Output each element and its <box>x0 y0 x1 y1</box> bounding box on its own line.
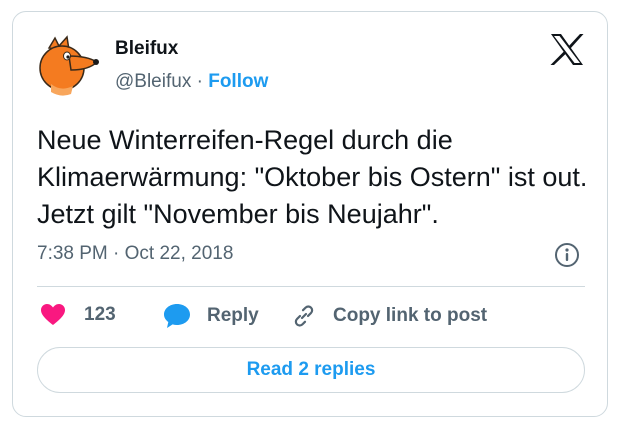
copy-link-label: Copy link to post <box>333 305 488 326</box>
like-button[interactable]: 123 <box>40 303 116 327</box>
read-replies-button[interactable]: Read 2 replies <box>37 347 585 393</box>
follow-button[interactable]: Follow <box>208 71 268 92</box>
tweet-timestamp[interactable]: 7:38 PM · Oct 22, 2018 <box>37 243 233 265</box>
author-name[interactable]: Bleifux <box>115 38 178 60</box>
fox-avatar-icon <box>39 35 99 96</box>
info-icon[interactable] <box>554 242 580 268</box>
x-logo-icon[interactable] <box>550 34 584 65</box>
divider <box>37 286 585 287</box>
heart-icon <box>41 304 65 325</box>
link-icon <box>294 305 314 327</box>
separator-dot: · <box>196 71 203 92</box>
avatar[interactable] <box>35 34 101 100</box>
tweet-card: Bleifux @Bleifux · Follow Neue Winterrei… <box>12 11 608 417</box>
like-count: 123 <box>84 304 116 325</box>
author-handle-line: @Bleifux · Follow <box>115 71 268 93</box>
tweet-text: Neue Winterreifen-Regel durch die Klimae… <box>37 125 588 229</box>
reply-label: Reply <box>207 305 259 326</box>
reply-button[interactable]: Reply <box>163 303 259 329</box>
speech-bubble-icon <box>164 304 190 328</box>
author-handle[interactable]: @Bleifux <box>115 71 191 92</box>
copy-link-button[interactable]: Copy link to post <box>291 303 487 329</box>
